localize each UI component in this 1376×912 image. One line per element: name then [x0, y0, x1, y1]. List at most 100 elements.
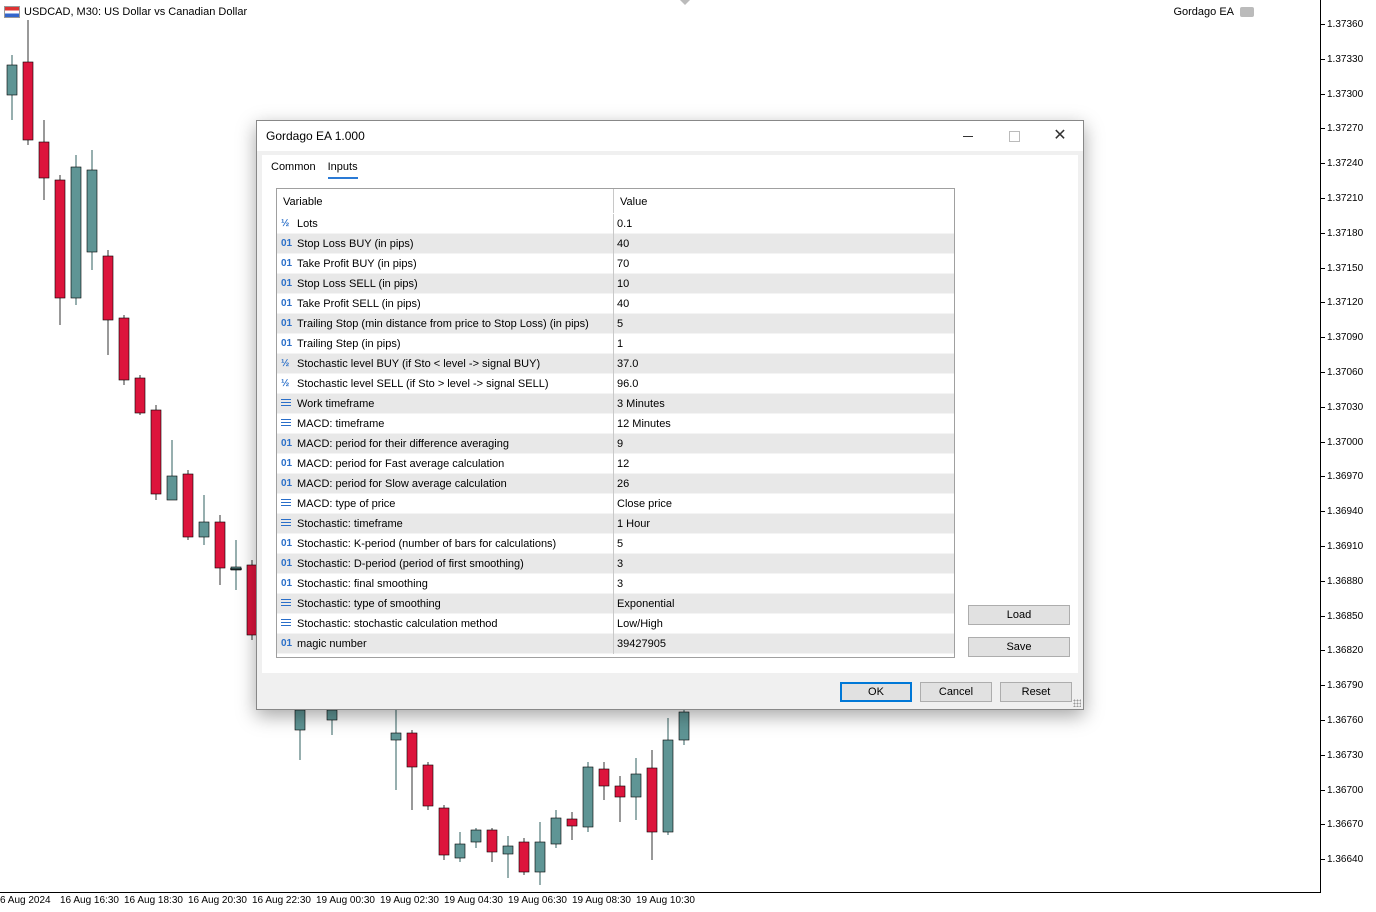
input-row[interactable]: 01 Stochastic: K-period (number of bars f… [277, 533, 954, 554]
value-cell[interactable]: 40 [614, 298, 954, 310]
candle-body [470, 829, 482, 843]
close-button[interactable]: ✕ [1037, 121, 1083, 151]
candle-body [38, 141, 50, 179]
tab-common[interactable]: Common [271, 161, 316, 179]
value-cell[interactable]: 70 [614, 258, 954, 270]
minimize-button[interactable] [945, 121, 991, 151]
input-row[interactable]: 01 Take Profit BUY (in pips) 70 [277, 253, 954, 274]
variable-name: Stop Loss SELL (in pips) [297, 277, 418, 290]
input-row[interactable]: 01 Stochastic: D-period (period of first … [277, 553, 954, 574]
price-tick: 1.37000 [1321, 437, 1376, 449]
int-type-icon: 01 [281, 318, 293, 329]
price-tick: 1.36970 [1321, 471, 1376, 483]
price-axis[interactable]: 1.37360 1.37330 1.37300 1.37270 1.37240 1.372… [1321, 0, 1376, 893]
double-type-icon: ½ [281, 218, 290, 229]
value-cell[interactable]: 5 [614, 538, 954, 550]
tab-inputs[interactable]: Inputs [327, 161, 358, 179]
value-cell[interactable]: Close price [614, 498, 954, 510]
price-tick: 1.37090 [1321, 332, 1376, 344]
value-cell[interactable]: 5 [614, 318, 954, 330]
value-cell[interactable]: 3 Minutes [614, 398, 954, 410]
ok-button[interactable]: OK [840, 682, 912, 702]
value-cell[interactable]: 12 [614, 458, 954, 470]
value-cell[interactable]: 39427905 [614, 638, 954, 650]
load-button[interactable]: Load [968, 605, 1070, 625]
value-cell[interactable]: 96.0 [614, 378, 954, 390]
value-cell[interactable]: 3 [614, 558, 954, 570]
price-tick-label: 1.37210 [1327, 193, 1364, 204]
input-row[interactable]: 01 Stochastic: final smoothing 3 [277, 573, 954, 594]
input-row[interactable]: Work timeframe 3 Minutes [277, 393, 954, 414]
input-row[interactable]: Stochastic: stochastic calculation metho… [277, 613, 954, 634]
variable-name: Stochastic: K-period (number of bars for… [297, 537, 557, 550]
input-row[interactable]: 01 magic number 39427905 [277, 633, 954, 654]
time-tick-label: 19 Aug 08:30 [572, 895, 631, 906]
input-row[interactable]: 01 MACD: period for Slow average calculat… [277, 473, 954, 494]
expert-advisor-label[interactable]: Gordago EA [1173, 6, 1254, 18]
enum-type-icon [281, 599, 291, 608]
input-row[interactable]: 01 MACD: period for Fast average calculat… [277, 453, 954, 474]
inputs-grid[interactable]: Variable Value ½ Lots 0.1 01 Stop Loss BUY (… [276, 188, 955, 658]
minimize-icon [963, 135, 973, 137]
reset-button[interactable]: Reset [1000, 682, 1072, 702]
int-type-icon: 01 [281, 478, 293, 489]
price-tick: 1.37030 [1321, 402, 1376, 414]
column-header-value[interactable]: Value [614, 189, 954, 213]
value-cell[interactable]: 3 [614, 578, 954, 590]
symbol-flag-icon [4, 6, 20, 18]
input-row[interactable]: 01 Trailing Stop (min distance from price… [277, 313, 954, 334]
variable-cell: 01 Take Profit SELL (in pips) [277, 293, 614, 314]
maximize-button[interactable] [991, 121, 1037, 151]
time-axis[interactable]: 6 Aug 2024 16 Aug 16:30 16 Aug 18:30 16 Aug… [0, 893, 1321, 912]
input-row[interactable]: Stochastic: timeframe 1 Hour [277, 513, 954, 534]
variable-cell: Stochastic: type of smoothing [277, 593, 614, 614]
enum-type-icon [281, 419, 291, 428]
input-row[interactable]: 01 Stop Loss BUY (in pips) 40 [277, 233, 954, 254]
input-row[interactable]: 01 MACD: period for their difference aver… [277, 433, 954, 454]
variable-name: MACD: timeframe [297, 417, 385, 430]
value-cell[interactable]: 1 [614, 338, 954, 350]
int-type-icon: 01 [281, 578, 293, 589]
input-row[interactable]: Stochastic: type of smoothing Exponential [277, 593, 954, 614]
input-row[interactable]: 01 Trailing Step (in pips) 1 [277, 333, 954, 354]
dialog-titlebar[interactable]: Gordago EA 1.000 ✕ [257, 121, 1083, 151]
input-row[interactable]: ½ Stochastic level BUY (if Sto < level ->… [277, 353, 954, 374]
input-row[interactable]: 01 Stop Loss SELL (in pips) 10 [277, 273, 954, 294]
value-cell[interactable]: 0.1 [614, 218, 954, 230]
candle-body [198, 521, 210, 538]
input-row[interactable]: 01 Take Profit SELL (in pips) 40 [277, 293, 954, 314]
input-row[interactable]: MACD: type of price Close price [277, 493, 954, 514]
resize-grip-icon[interactable] [1073, 699, 1081, 707]
value-cell[interactable]: 40 [614, 238, 954, 250]
cancel-button[interactable]: Cancel [920, 682, 992, 702]
column-header-variable[interactable]: Variable [277, 189, 614, 213]
price-tick-label: 1.37150 [1327, 262, 1364, 274]
candle-body [406, 732, 418, 768]
chart-shift-marker[interactable] [680, 0, 690, 5]
variable-name: Take Profit SELL (in pips) [297, 297, 421, 310]
value-cell[interactable]: Low/High [614, 618, 954, 630]
value-cell[interactable]: 10 [614, 278, 954, 290]
variable-cell: MACD: type of price [277, 493, 614, 514]
candle-body [646, 767, 658, 833]
input-row[interactable]: ½ Lots 0.1 [277, 213, 954, 234]
candle-body [86, 169, 98, 253]
save-button[interactable]: Save [968, 637, 1070, 657]
ea-properties-dialog: Gordago EA 1.000 ✕ Common Inputs Variabl… [256, 120, 1084, 710]
candle-body [118, 317, 130, 381]
value-cell[interactable]: 1 Hour [614, 518, 954, 530]
value-cell[interactable]: 26 [614, 478, 954, 490]
value-cell[interactable]: 9 [614, 438, 954, 450]
input-row[interactable]: ½ Stochastic level SELL (if Sto > level -… [277, 373, 954, 394]
candle-body [502, 845, 514, 855]
value-cell[interactable]: Exponential [614, 598, 954, 610]
variable-cell: 01 Trailing Stop (min distance from price… [277, 313, 614, 334]
input-row[interactable]: MACD: timeframe 12 Minutes [277, 413, 954, 434]
dialog-panel: Common Inputs Variable Value ½ Lots 0.1 01 S… [262, 155, 1078, 673]
price-tick: 1.36940 [1321, 506, 1376, 518]
variable-cell: 01 MACD: period for Fast average calculat… [277, 453, 614, 474]
value-cell[interactable]: 37.0 [614, 358, 954, 370]
variable-name: Take Profit BUY (in pips) [297, 257, 417, 270]
value-cell[interactable]: 12 Minutes [614, 418, 954, 430]
int-type-icon: 01 [281, 458, 293, 469]
